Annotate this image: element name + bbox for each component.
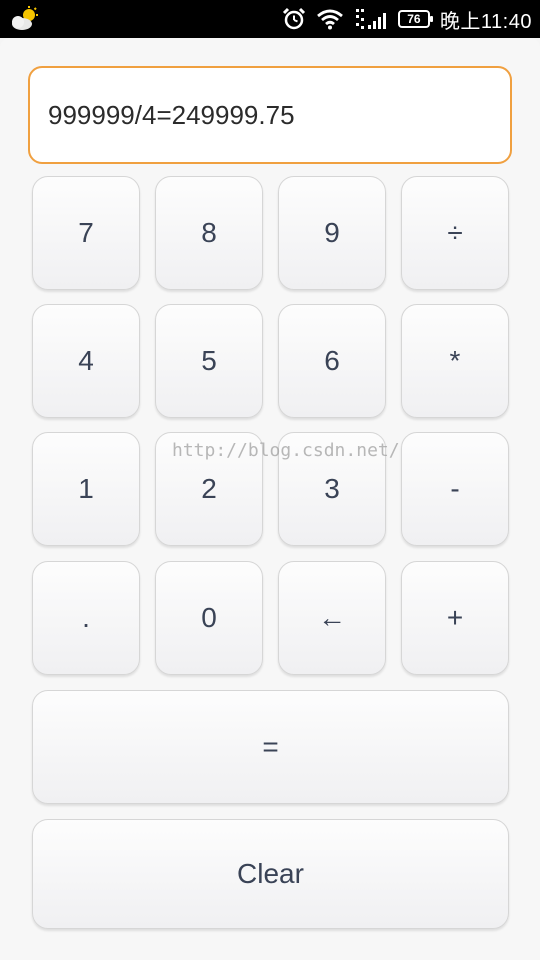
weather-icon: [10, 6, 40, 32]
wifi-icon: [316, 8, 344, 30]
key-1[interactable]: 1: [32, 432, 140, 546]
battery-icon: 76: [397, 10, 433, 28]
key-3[interactable]: 3: [278, 432, 386, 546]
key-4[interactable]: 4: [32, 304, 140, 418]
clock-time: 晚上11:40: [439, 10, 532, 33]
key-8[interactable]: 8: [155, 176, 263, 290]
calculator-app: 999999/4=249999.75 7 8 9 ÷ 4 5 6 * 1 2 3…: [0, 38, 540, 960]
signal-icon: [354, 7, 388, 31]
key-0[interactable]: 0: [155, 561, 263, 675]
key-plus[interactable]: +: [401, 561, 509, 675]
key-6[interactable]: 6: [278, 304, 386, 418]
key-divide[interactable]: ÷: [401, 176, 509, 290]
battery-level: 76: [407, 12, 421, 26]
clear-button[interactable]: Clear: [32, 819, 509, 929]
key-dot[interactable]: .: [32, 561, 140, 675]
key-minus[interactable]: -: [401, 432, 509, 546]
key-9[interactable]: 9: [278, 176, 386, 290]
key-multiply[interactable]: *: [401, 304, 509, 418]
key-7[interactable]: 7: [32, 176, 140, 290]
calculator-display[interactable]: 999999/4=249999.75: [28, 66, 512, 164]
key-equals[interactable]: =: [32, 690, 509, 804]
key-5[interactable]: 5: [155, 304, 263, 418]
status-bar: 76 晚上11:40: [0, 0, 540, 38]
key-backspace[interactable]: ←: [278, 561, 386, 675]
key-2[interactable]: 2: [155, 432, 263, 546]
alarm-clock-icon: [282, 7, 306, 31]
